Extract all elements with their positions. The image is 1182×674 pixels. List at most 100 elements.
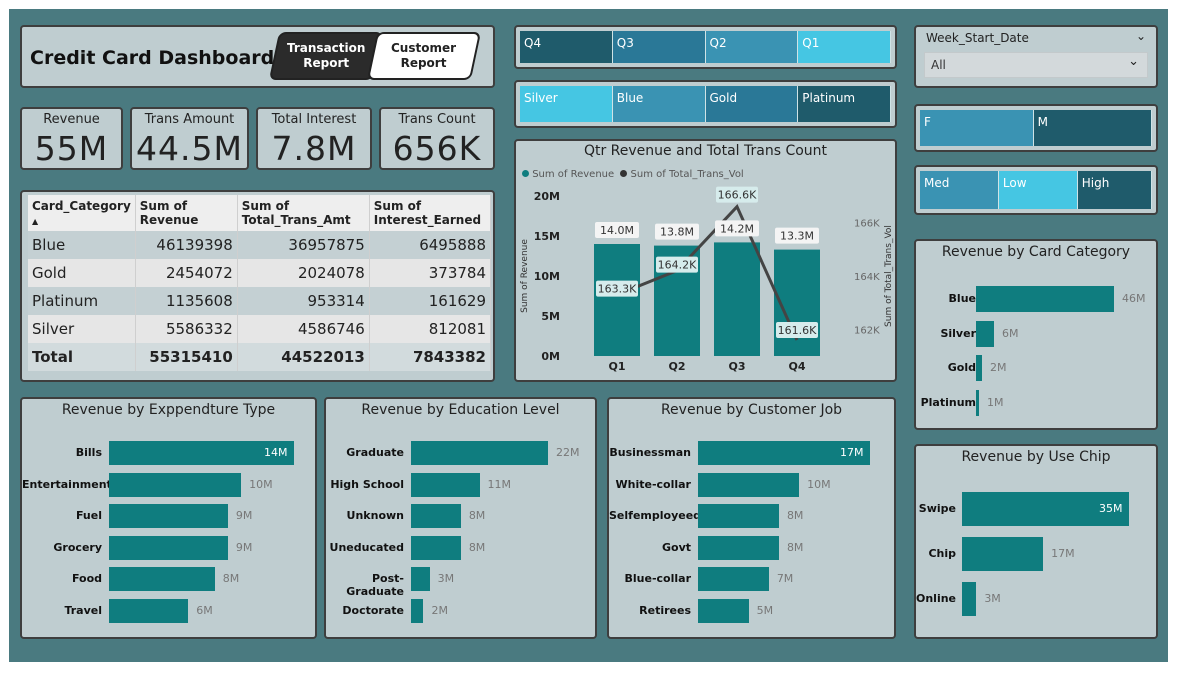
bar[interactable] bbox=[698, 535, 779, 560]
bar[interactable] bbox=[411, 441, 548, 465]
kpi-total-interest-label: Total Interest bbox=[271, 112, 357, 127]
bar[interactable] bbox=[411, 504, 461, 529]
table-cell: 44522013 bbox=[237, 343, 370, 371]
header-panel: Credit Card Dashboard Transaction Report… bbox=[20, 25, 495, 88]
bar-category-label: Grocery bbox=[53, 540, 102, 554]
week-slicer-dropdown[interactable]: All ⌄ bbox=[924, 52, 1148, 78]
bar-value-label: 2M bbox=[990, 361, 1007, 374]
column-header-sum-of-interest[interactable]: Sum of Interest_Earned bbox=[369, 195, 492, 231]
bar-category-label: Entertainment bbox=[22, 477, 112, 491]
y2-tick-label: 166K bbox=[854, 219, 880, 230]
bar-value-label: 3M bbox=[984, 592, 1001, 605]
column-header-sum-of-revenue[interactable]: Sum of Revenue bbox=[135, 195, 238, 231]
bar[interactable] bbox=[976, 286, 1114, 312]
trans-vol-line bbox=[616, 203, 799, 341]
bar-value-label: 5M bbox=[756, 604, 774, 617]
bar-value-label: 8M bbox=[786, 509, 804, 523]
chevron-down-icon[interactable]: ⌄ bbox=[1136, 29, 1146, 43]
trans-vol-data-label: 163.3K bbox=[598, 283, 637, 296]
slicer-tile-q3[interactable]: Q3 bbox=[612, 31, 706, 63]
slicer-tile-q1[interactable]: Q1 bbox=[798, 31, 891, 63]
bar-category-label: Silver bbox=[940, 326, 976, 340]
slicer-tile-q4[interactable]: Q4 bbox=[520, 31, 613, 63]
bar[interactable] bbox=[109, 472, 242, 497]
revenue-bar[interactable] bbox=[714, 242, 760, 356]
slicer-tile-platinum[interactable]: Platinum bbox=[798, 86, 891, 122]
card-category-bars: Blue 46M Silver 6M Gold 2M Platinum 1M bbox=[916, 241, 1156, 428]
bar[interactable] bbox=[109, 599, 189, 623]
chevron-down-icon: ⌄ bbox=[1128, 54, 1139, 69]
bar-category-label: Post-Graduate bbox=[346, 572, 404, 599]
bar-value-label: 22M bbox=[556, 446, 580, 459]
slicer-tile-gold[interactable]: Gold bbox=[705, 86, 799, 122]
bar-value-label: 2M bbox=[431, 604, 448, 617]
gender-slicer: F M bbox=[914, 104, 1158, 152]
table-row[interactable]: Blue 46139398 36957875 6495888 bbox=[28, 231, 492, 259]
revenue-bar[interactable] bbox=[594, 244, 640, 356]
kpi-revenue-value: 55M bbox=[34, 129, 109, 168]
bar-value-label: 9M bbox=[235, 509, 253, 523]
bar-category-label: High School bbox=[330, 477, 404, 491]
kpi-trans-count-label: Trans Count bbox=[398, 112, 476, 127]
y-tick-label: 10M bbox=[534, 270, 560, 283]
customer-report-button[interactable]: Customer Report bbox=[366, 32, 482, 80]
bar[interactable] bbox=[698, 567, 769, 592]
x-tick-label: Q4 bbox=[788, 360, 805, 373]
slicer-tile-blue[interactable]: Blue bbox=[612, 86, 706, 122]
bar[interactable] bbox=[109, 567, 215, 592]
slicer-tile-high[interactable]: High bbox=[1077, 171, 1152, 209]
bar-value-label: 17M bbox=[1051, 547, 1075, 560]
bar-value-label: 9M bbox=[235, 540, 253, 554]
bar[interactable] bbox=[698, 472, 800, 497]
bar[interactable] bbox=[109, 504, 228, 529]
bar[interactable] bbox=[698, 504, 779, 529]
revenue-data-label: 13.3M bbox=[780, 230, 814, 243]
slicer-tile-med[interactable]: Med bbox=[920, 171, 999, 209]
bar-category-label: Online bbox=[916, 592, 957, 605]
bar[interactable] bbox=[109, 535, 228, 560]
education-bars: Graduate 22M High School 11M Unknown 8M Uneduc… bbox=[326, 399, 595, 637]
table-cell: 161629 bbox=[369, 287, 492, 315]
bar[interactable] bbox=[962, 582, 977, 616]
slicer-tile-low[interactable]: Low bbox=[998, 171, 1078, 209]
bar[interactable] bbox=[411, 599, 424, 623]
bar-category-label: Platinum bbox=[920, 395, 976, 409]
customer-report-label: Customer Report bbox=[391, 41, 457, 70]
slicer-tile-female[interactable]: F bbox=[920, 110, 1034, 146]
bar[interactable] bbox=[411, 472, 480, 497]
revenue-data-label: 14.2M bbox=[720, 222, 754, 235]
bar[interactable] bbox=[411, 567, 430, 592]
bar-value-label: 8M bbox=[468, 509, 486, 523]
bar-category-label: Swipe bbox=[918, 502, 956, 515]
y-tick-label: 0M bbox=[541, 350, 560, 363]
slicer-tile-silver[interactable]: Silver bbox=[520, 86, 613, 122]
transaction-report-label: Transaction Report bbox=[286, 41, 366, 70]
bar[interactable] bbox=[411, 535, 461, 560]
income-slicer: Med Low High bbox=[914, 165, 1158, 215]
bar[interactable] bbox=[976, 389, 979, 416]
table-row[interactable]: Gold 2454072 2024078 373784 bbox=[28, 259, 492, 287]
bar-value-label: 6M bbox=[196, 604, 213, 617]
trans-vol-data-label: 161.6K bbox=[778, 324, 817, 337]
y-tick-label: 20M bbox=[534, 190, 560, 203]
y-axis-title: Sum of Revenue bbox=[520, 239, 530, 313]
column-header-sum-of-trans-amt[interactable]: Sum of Total_Trans_Amt bbox=[237, 195, 370, 231]
card-type-slicer: Silver Blue Gold Platinum bbox=[514, 80, 897, 128]
bar[interactable] bbox=[698, 599, 749, 623]
bar-value-label: 8M bbox=[222, 572, 240, 586]
bar[interactable] bbox=[976, 320, 994, 347]
bar[interactable] bbox=[962, 537, 1044, 571]
transaction-report-button[interactable]: Transaction Report bbox=[268, 32, 384, 80]
table-row[interactable]: Platinum 1135608 953314 161629 bbox=[28, 287, 492, 315]
slicer-tile-q2[interactable]: Q2 bbox=[705, 31, 799, 63]
bar-value-label: 8M bbox=[468, 540, 486, 554]
table-row[interactable]: Silver 5586332 4586746 812081 bbox=[28, 315, 492, 343]
use-chip-chart: Revenue by Use Chip Swipe 35M Chip 17M Onlin… bbox=[914, 444, 1158, 639]
sort-ascending-icon: ▲ bbox=[32, 217, 39, 226]
bar-category-label: Travel bbox=[64, 604, 102, 617]
bar-value-label: 11M bbox=[487, 477, 512, 491]
y2-axis-title: Sum of Total_Trans_Vol bbox=[884, 225, 894, 327]
slicer-tile-male[interactable]: M bbox=[1033, 110, 1152, 146]
column-header-card-category[interactable]: Card_Category ▲ bbox=[28, 195, 136, 231]
bar[interactable] bbox=[976, 355, 982, 381]
